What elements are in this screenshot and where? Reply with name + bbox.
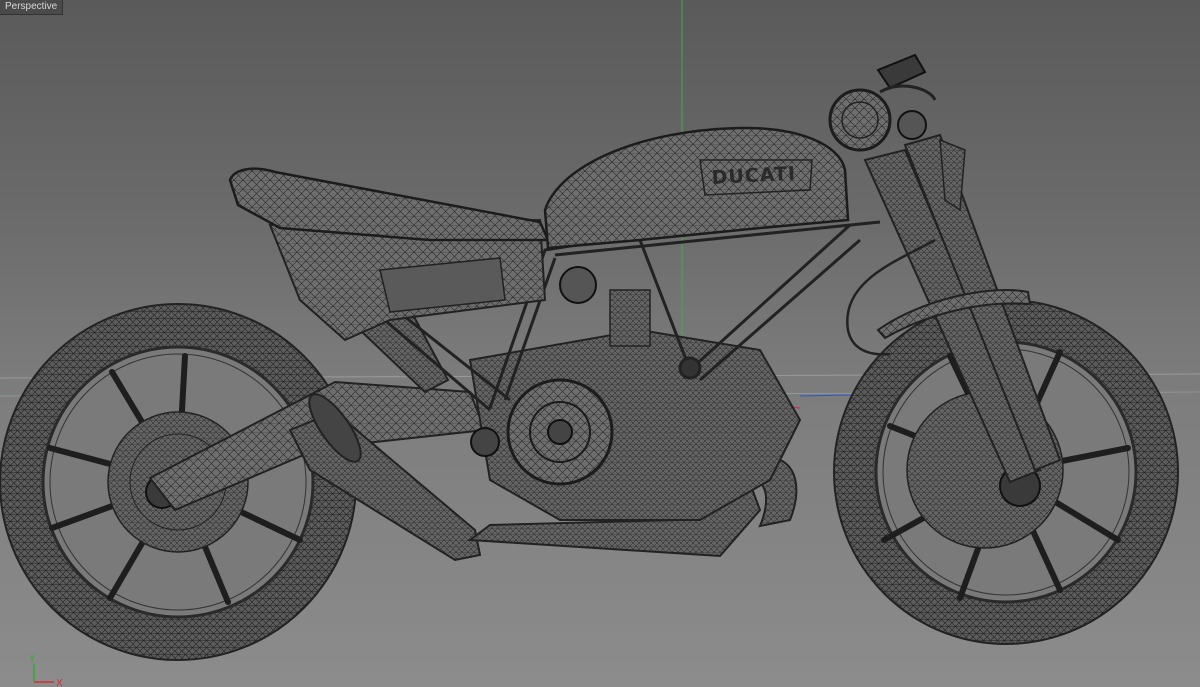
3d-viewport[interactable]: Perspective DUCATI Y X xyxy=(0,0,1200,687)
axis-y-label: Y xyxy=(28,654,36,665)
axis-x-label: X xyxy=(56,678,63,687)
tank-logo: DUCATI xyxy=(711,163,796,189)
axis-gizmo: Y X xyxy=(28,654,63,687)
wireframe-scene[interactable]: DUCATI Y X xyxy=(0,0,1200,687)
engine[interactable] xyxy=(468,266,802,521)
